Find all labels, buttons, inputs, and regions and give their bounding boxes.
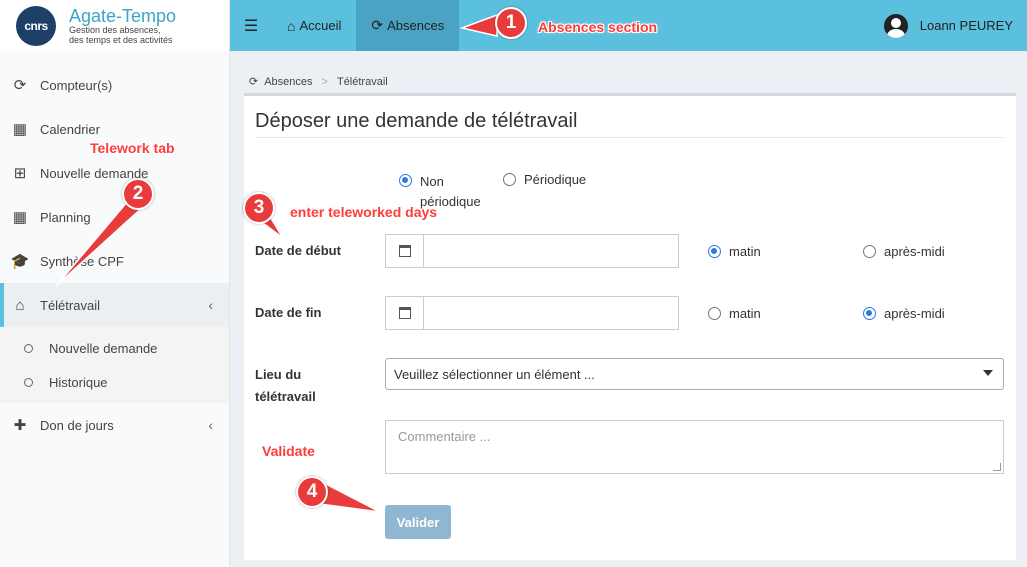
refresh-icon: ⟳ [371,17,384,33]
radio-button[interactable] [503,173,516,186]
radio-button[interactable] [708,245,721,258]
end-date-field[interactable] [385,296,679,330]
medkit-icon: ✚ [13,417,27,434]
sidebar-item-label: Don de jours [40,417,114,433]
nav-absences[interactable]: ⟳ Absences [356,0,460,51]
radio-periodique[interactable]: Périodique [503,172,586,187]
hamburger-menu-icon[interactable]: ☰ [230,0,272,51]
end-date-label: Date de fin [255,305,322,320]
sidebar: cnrs Agate-Tempo Gestion des absences, d… [0,0,230,567]
resize-handle[interactable] [993,463,1001,471]
sidebar-item-planning[interactable]: ▦ Planning [0,195,229,239]
app-subtitle-2: des temps et des activités [69,34,173,45]
submit-button[interactable]: Valider [385,505,451,539]
start-radio-apres-midi[interactable]: après-midi [863,244,945,259]
breadcrumb: ⟳ Absences > Télétravail [249,75,388,89]
page-title: Déposer une demande de télétravail [255,110,578,132]
circle-icon [24,377,33,387]
sidebar-item-synthese-cpf[interactable]: 🎓 Synthèse CPF [0,239,229,283]
calendar-plus-icon: ⊞ [13,165,27,182]
sidebar-item-teletravail[interactable]: ⌂ Télétravail ‹ [0,283,229,327]
annotation-badge-4: 4 [296,476,328,508]
avatar [883,13,908,38]
textarea-placeholder: Commentaire ... [398,429,491,444]
cnrs-logo: cnrs [16,5,56,46]
location-select[interactable]: Veuillez sélectionner un élément ... [385,358,1004,390]
subitem-nouvelle-demande[interactable]: Nouvelle demande [0,331,229,365]
home-icon: ⌂ [287,17,296,34]
refresh-icon: ⟳ [249,76,259,88]
sidebar-menu: ⟳ Compteur(s) ▦ Calendrier ⊞ Nouvelle de… [0,63,229,447]
breadcrumb-separator: > [321,75,328,88]
home-icon: ⌂ [15,296,25,314]
sidebar-item-nouvelle-demande[interactable]: ⊞ Nouvelle demande [0,151,229,195]
sidebar-item-compteurs[interactable]: ⟳ Compteur(s) [0,63,229,107]
sidebar-item-label: Planning [40,209,91,225]
graduation-cap-icon: 🎓 [10,253,30,270]
start-date-label: Date de début [255,243,341,258]
user-menu[interactable]: Loann PEUREY [883,0,1013,51]
nav-absences-label: Absences [387,18,445,33]
subitem-label: Nouvelle demande [49,340,158,356]
calendar-icon[interactable] [386,297,424,329]
start-radio-matin[interactable]: matin [708,244,761,259]
radio-label: matin [729,244,761,259]
nav-accueil[interactable]: ⌂ Accueil [272,0,356,51]
brand[interactable]: cnrs Agate-Tempo Gestion des absences, d… [0,0,229,51]
radio-button[interactable] [708,307,721,320]
teletravail-submenu: Nouvelle demande Historique [0,327,229,403]
user-name: Loann PEUREY [919,18,1013,33]
app-title: Agate-Tempo [69,5,177,26]
radio-label: Non [420,174,444,189]
chevron-left-icon: ‹ [208,297,213,313]
end-radio-matin[interactable]: matin [708,306,761,321]
divider [255,137,1003,138]
calendar-icon[interactable] [386,235,424,267]
chevron-left-icon: ‹ [208,417,213,433]
annotation-text-1: Absences section [538,19,658,35]
sidebar-item-label: Calendrier [40,121,100,137]
sidebar-item-label: Télétravail [40,297,100,313]
circle-icon [24,343,33,353]
subitem-label: Historique [49,374,108,390]
sidebar-item-don-de-jours[interactable]: ✚ Don de jours ‹ [0,403,229,447]
annotation-badge-3: 3 [243,192,275,224]
radio-button[interactable] [863,307,876,320]
annotation-text-2: Telework tab [90,140,175,156]
refresh-icon: ⟳ [13,77,27,94]
annotation-text-4: Validate [262,443,315,459]
breadcrumb-item-absences[interactable]: Absences [264,76,312,88]
select-value: Veuillez sélectionner un élément ... [394,366,595,382]
end-radio-apres-midi[interactable]: après-midi [863,306,945,321]
radio-button[interactable] [863,245,876,258]
sidebar-item-label: Compteur(s) [40,77,113,93]
nav-accueil-label: Accueil [299,18,342,33]
radio-label: après-midi [884,306,945,321]
breadcrumb-item-teletravail: Télétravail [336,75,388,88]
annotation-badge-1: 1 [495,7,527,39]
location-label: Lieu du télétravail [255,367,316,404]
radio-label: matin [729,306,761,321]
form-panel: Déposer une demande de télétravail Non p… [244,93,1016,560]
app-subtitle-1: Gestion des absences, [69,24,161,35]
radio-label: après-midi [884,244,945,259]
sidebar-item-label: Synthèse CPF [40,253,124,269]
annotation-text-3: enter teleworked days [290,204,438,220]
radio-label: Périodique [524,172,587,187]
annotation-badge-2: 2 [122,178,154,210]
comment-textarea[interactable]: Commentaire ... [385,420,1004,474]
radio-button[interactable] [399,174,412,187]
calendar-icon: ▦ [12,209,28,226]
subitem-historique[interactable]: Historique [0,365,229,399]
start-date-field[interactable] [385,234,679,268]
caret-down-icon [983,370,993,376]
calendar-icon: ▦ [12,121,28,138]
